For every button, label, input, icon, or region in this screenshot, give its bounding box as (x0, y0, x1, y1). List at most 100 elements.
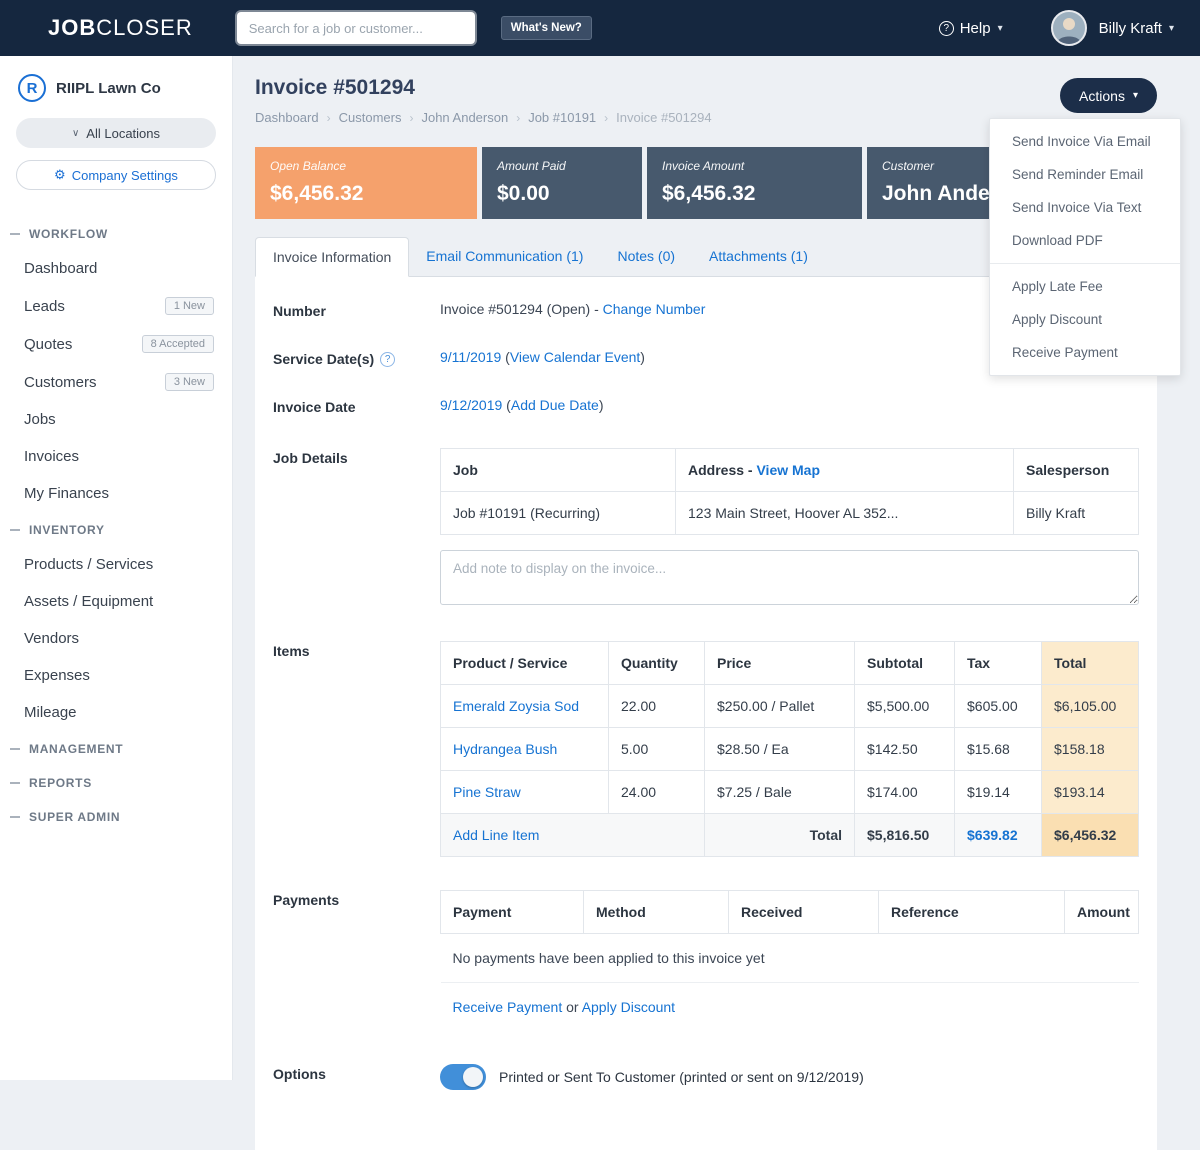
view-calendar-event-link[interactable]: View Calendar Event (510, 349, 640, 365)
col-reference: Reference (879, 891, 1065, 934)
user-menu[interactable]: Billy Kraft ▾ (1099, 20, 1174, 37)
item-row: Pine Straw 24.00 $7.25 / Bale $174.00 $1… (441, 771, 1139, 814)
sidebar-item-assets-equipment[interactable]: Assets / Equipment (0, 583, 232, 620)
all-locations-dropdown[interactable]: ∨ All Locations (16, 118, 216, 148)
invoice-date-link[interactable]: 9/12/2019 (440, 397, 502, 413)
company-settings-button[interactable]: ⚙ Company Settings (16, 160, 216, 190)
dash-icon (10, 816, 20, 818)
service-date-link[interactable]: 9/11/2019 (440, 349, 501, 365)
tax-total-link[interactable]: $639.82 (955, 814, 1042, 857)
invoice-information-panel: Number Invoice #501294 (Open) - Change N… (255, 277, 1157, 1150)
dash-icon (10, 529, 20, 531)
quantity-cell: 5.00 (609, 728, 705, 771)
job-cell: Job #10191 (Recurring) (441, 492, 676, 535)
app-logo[interactable]: JOBCLOSER (48, 15, 193, 41)
sidebar-item-invoices[interactable]: Invoices (0, 438, 232, 475)
sidebar-item-quotes[interactable]: Quotes 8 Accepted (0, 325, 232, 363)
breadcrumb-current: Invoice #501294 (616, 110, 711, 125)
change-number-link[interactable]: Change Number (603, 301, 706, 317)
menu-item-apply-discount[interactable]: Apply Discount (990, 303, 1180, 336)
apply-discount-link[interactable]: Apply Discount (582, 999, 675, 1015)
product-link[interactable]: Emerald Zoysia Sod (453, 698, 579, 714)
product-link[interactable]: Pine Straw (453, 784, 521, 800)
total-cell: $158.18 (1042, 728, 1139, 771)
payments-label: Payments (273, 890, 440, 1031)
nav-badge: 3 New (165, 373, 214, 391)
breadcrumb-job[interactable]: Job #10191 (528, 110, 596, 125)
sidebar-item-dashboard[interactable]: Dashboard (0, 250, 232, 287)
logo-secondary: CLOSER (96, 15, 192, 40)
whats-new-button[interactable]: What's New? (501, 16, 592, 40)
sidebar-section-management[interactable]: MANAGEMENT (0, 731, 232, 765)
breadcrumb-customer-name[interactable]: John Anderson (421, 110, 508, 125)
sidebar-item-customers[interactable]: Customers 3 New (0, 363, 232, 401)
global-search-input[interactable] (237, 12, 475, 44)
price-cell: $250.00 / Pallet (705, 685, 855, 728)
sidebar-section-super-admin[interactable]: SUPER ADMIN (0, 799, 232, 833)
col-tax: Tax (955, 642, 1042, 685)
subtotal-total: $5,816.50 (855, 814, 955, 857)
tab-notes[interactable]: Notes (0) (600, 237, 692, 276)
sidebar-section-inventory[interactable]: INVENTORY (0, 512, 232, 546)
nav-item-label: Invoices (24, 448, 79, 465)
job-header: Job (441, 449, 676, 492)
breadcrumb-dashboard[interactable]: Dashboard (255, 110, 319, 125)
avatar[interactable] (1051, 10, 1087, 46)
dash-icon (10, 782, 20, 784)
service-date-label: Service Date(s) ? (273, 349, 440, 367)
item-row: Emerald Zoysia Sod 22.00 $250.00 / Palle… (441, 685, 1139, 728)
subtotal-cell: $174.00 (855, 771, 955, 814)
payments-table: Payment Method Received Reference Amount… (440, 890, 1139, 1031)
view-map-link[interactable]: View Map (756, 462, 820, 478)
sidebar-item-expenses[interactable]: Expenses (0, 657, 232, 694)
tab-invoice-information[interactable]: Invoice Information (255, 237, 409, 277)
printed-sent-toggle[interactable] (440, 1064, 486, 1090)
menu-item-send-invoice-text[interactable]: Send Invoice Via Text (990, 191, 1180, 224)
price-cell: $7.25 / Bale (705, 771, 855, 814)
menu-item-send-invoice-email[interactable]: Send Invoice Via Email (990, 125, 1180, 158)
actions-button[interactable]: Actions ▾ (1060, 78, 1157, 113)
salesperson-cell: Billy Kraft (1014, 492, 1139, 535)
sidebar-section-reports[interactable]: REPORTS (0, 765, 232, 799)
dash-icon (10, 233, 20, 235)
help-icon: ? (939, 21, 954, 36)
stat-value: $6,456.32 (662, 182, 847, 206)
chevron-down-icon: ▾ (1133, 90, 1138, 101)
add-line-item-link[interactable]: Add Line Item (453, 827, 539, 843)
printed-sent-label: Printed or Sent To Customer (printed or … (499, 1069, 864, 1085)
nav-item-label: Jobs (24, 411, 56, 428)
nav-item-label: Assets / Equipment (24, 593, 153, 610)
breadcrumb: Dashboard › Customers › John Anderson › … (255, 110, 712, 125)
col-price: Price (705, 642, 855, 685)
col-amount: Amount (1065, 891, 1139, 934)
actions-dropdown-menu: Send Invoice Via Email Send Reminder Ema… (989, 118, 1181, 376)
add-due-date-link[interactable]: Add Due Date (511, 397, 599, 413)
price-cell: $28.50 / Ea (705, 728, 855, 771)
sidebar-item-vendors[interactable]: Vendors (0, 620, 232, 657)
job-details-row: Job #10191 (Recurring) 123 Main Street, … (441, 492, 1139, 535)
sidebar-item-leads[interactable]: Leads 1 New (0, 287, 232, 325)
product-link[interactable]: Hydrangea Bush (453, 741, 557, 757)
sidebar-item-jobs[interactable]: Jobs (0, 401, 232, 438)
breadcrumb-customers[interactable]: Customers (339, 110, 402, 125)
tab-attachments[interactable]: Attachments (1) (692, 237, 825, 276)
company-name: RIIPL Lawn Co (56, 80, 161, 97)
menu-item-apply-late-fee[interactable]: Apply Late Fee (990, 270, 1180, 303)
sidebar-item-my-finances[interactable]: My Finances (0, 475, 232, 512)
question-circle-icon[interactable]: ? (380, 352, 395, 367)
grand-total: $6,456.32 (1042, 814, 1139, 857)
main-content: Invoice #501294 Dashboard › Customers › … (233, 56, 1200, 1080)
sidebar-section-workflow[interactable]: WORKFLOW (0, 216, 232, 250)
topbar: JOBCLOSER What's New? ? Help ▾ Billy Kra… (0, 0, 1200, 56)
sidebar-item-products-services[interactable]: Products / Services (0, 546, 232, 583)
help-menu[interactable]: ? Help ▾ (939, 20, 1003, 37)
sidebar: R RIIPL Lawn Co ∨ All Locations ⚙ Compan… (0, 56, 233, 1080)
menu-item-send-reminder-email[interactable]: Send Reminder Email (990, 158, 1180, 191)
tab-email-communication[interactable]: Email Communication (1) (409, 237, 600, 276)
sidebar-item-mileage[interactable]: Mileage (0, 694, 232, 731)
invoice-note-input[interactable] (440, 550, 1139, 605)
menu-item-download-pdf[interactable]: Download PDF (990, 224, 1180, 257)
chevron-down-icon: ∨ (72, 128, 79, 139)
menu-item-receive-payment[interactable]: Receive Payment (990, 336, 1180, 369)
receive-payment-link[interactable]: Receive Payment (453, 999, 563, 1015)
